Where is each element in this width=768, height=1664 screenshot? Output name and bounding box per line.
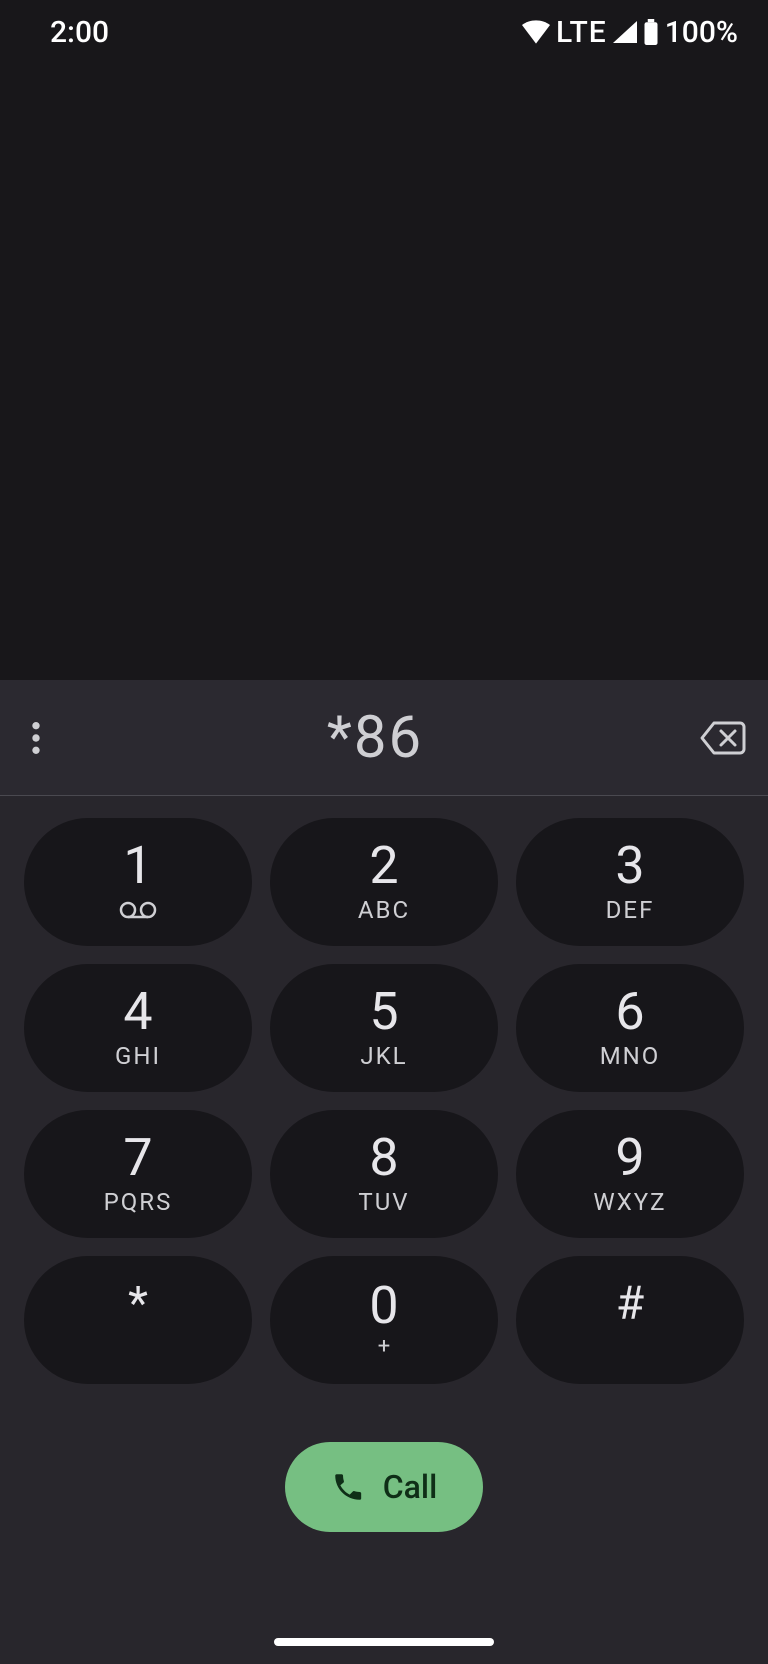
key-4[interactable]: 4 GHI bbox=[24, 964, 252, 1092]
key-letters: ABC bbox=[358, 896, 410, 924]
key-digit: 7 bbox=[123, 1132, 152, 1184]
call-label: Call bbox=[383, 1468, 437, 1506]
key-digit: 9 bbox=[615, 1132, 644, 1184]
entered-number: *86 bbox=[72, 704, 678, 772]
dial-display-bar: *86 bbox=[0, 680, 768, 796]
cellular-icon bbox=[613, 21, 637, 43]
navigation-bar-pill[interactable] bbox=[274, 1638, 494, 1646]
key-1[interactable]: 1 bbox=[24, 818, 252, 946]
backspace-icon bbox=[700, 721, 746, 755]
key-digit: 6 bbox=[615, 986, 644, 1038]
key-9[interactable]: 9 WXYZ bbox=[516, 1110, 744, 1238]
status-bar: 2:00 LTE 100% bbox=[0, 0, 768, 64]
key-digit: 1 bbox=[123, 840, 152, 892]
network-label: LTE bbox=[556, 15, 607, 50]
backspace-button[interactable] bbox=[678, 721, 768, 755]
keypad: 1 2 ABC 3 DEF 4 GHI 5 JKL 6 MNO 7 PQRS bbox=[22, 818, 746, 1384]
key-digit: 5 bbox=[369, 986, 398, 1038]
key-star[interactable]: * bbox=[24, 1256, 252, 1384]
more-options-button[interactable] bbox=[0, 722, 72, 754]
key-5[interactable]: 5 JKL bbox=[270, 964, 498, 1092]
key-0[interactable]: 0 + bbox=[270, 1256, 498, 1384]
phone-icon bbox=[331, 1470, 365, 1504]
key-7[interactable]: 7 PQRS bbox=[24, 1110, 252, 1238]
call-button[interactable]: Call bbox=[285, 1442, 483, 1532]
key-digit: 2 bbox=[369, 840, 398, 892]
key-letters: GHI bbox=[115, 1042, 161, 1070]
key-digit: 0 bbox=[369, 1280, 398, 1332]
key-6[interactable]: 6 MNO bbox=[516, 964, 744, 1092]
key-letters: DEF bbox=[606, 896, 655, 924]
voicemail-icon bbox=[119, 896, 157, 924]
key-letters: + bbox=[378, 1334, 390, 1360]
key-letters: PQRS bbox=[104, 1188, 173, 1216]
battery-icon bbox=[643, 19, 659, 45]
status-icons: LTE 100% bbox=[522, 15, 738, 50]
wifi-icon bbox=[522, 20, 550, 44]
key-letters: MNO bbox=[600, 1042, 661, 1070]
more-vert-icon bbox=[32, 722, 40, 754]
key-hash[interactable]: # bbox=[516, 1256, 744, 1384]
key-digit: 8 bbox=[369, 1132, 398, 1184]
key-2[interactable]: 2 ABC bbox=[270, 818, 498, 946]
key-digit: 3 bbox=[615, 840, 644, 892]
key-letters: WXYZ bbox=[593, 1188, 666, 1216]
key-digit: 4 bbox=[123, 986, 152, 1038]
key-8[interactable]: 8 TUV bbox=[270, 1110, 498, 1238]
key-3[interactable]: 3 DEF bbox=[516, 818, 744, 946]
keypad-area: 1 2 ABC 3 DEF 4 GHI 5 JKL 6 MNO 7 PQRS bbox=[0, 796, 768, 1664]
key-digit: # bbox=[616, 1281, 644, 1327]
key-letters: TUV bbox=[358, 1188, 409, 1216]
status-time: 2:00 bbox=[50, 15, 109, 50]
key-letters: JKL bbox=[360, 1042, 407, 1070]
key-digit: * bbox=[128, 1281, 148, 1327]
battery-text: 100% bbox=[665, 15, 738, 50]
